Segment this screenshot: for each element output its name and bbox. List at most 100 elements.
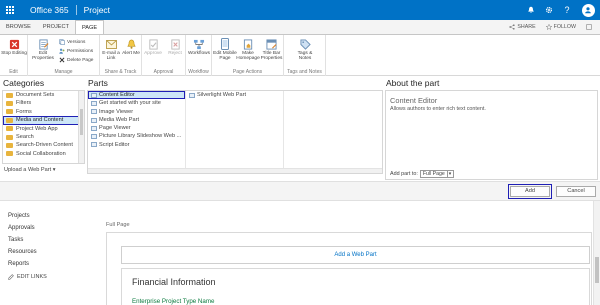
parts-horizontal-scrollbar[interactable] [88,168,382,173]
chevron-down-icon: ▾ [52,167,56,173]
follow-button[interactable]: FOLLOW [545,24,576,30]
category-item-selected[interactable]: Media and Content [3,116,84,125]
section-title: Financial Information [132,277,216,287]
tab-project[interactable]: PROJECT [37,20,75,34]
ribbon-tab-bar: BROWSE PROJECT PAGE SHARE FOLLOW [0,20,600,34]
star-icon [545,24,552,30]
part-item[interactable]: Image Viewer [88,108,185,116]
tags-notes-button[interactable]: Tags & Notes [292,38,318,61]
make-homepage-button[interactable]: Make Homepage [236,38,260,61]
workflow-icon [193,38,205,50]
cancel-button[interactable]: Cancel [556,186,596,197]
email-link-button[interactable]: E-mail a Link [100,38,122,61]
part-item[interactable]: Page Viewer [88,124,185,132]
nav-item-approvals[interactable]: Approvals [8,222,37,234]
share-icon [509,24,516,30]
nav-item-tasks[interactable]: Tasks [8,234,37,246]
part-label: Picture Library Slideshow Web ... [99,133,182,140]
approve-button[interactable]: Approve [142,38,164,56]
part-name: Content Editor [390,96,438,105]
category-item[interactable]: Document Sets [3,91,84,99]
part-label: Script Editor [99,141,130,148]
share-button[interactable]: SHARE [509,24,536,30]
scrollbar-thumb[interactable] [80,109,83,135]
user-avatar[interactable] [576,0,600,20]
category-item[interactable]: Filters [3,99,84,107]
versions-label: Versions [67,39,86,45]
suite-bar: Office 365 Project ? [0,0,600,20]
page-scrollbar[interactable] [593,201,600,305]
nav-item-reports[interactable]: Reports [8,258,37,270]
app-launcher-icon[interactable] [0,0,20,20]
upload-label: Upload a Web Part [4,167,52,173]
chevron-down-icon: ▾ [446,170,452,178]
pencil-icon [8,274,14,280]
categories-scrollbar[interactable] [78,91,84,163]
versions-button[interactable]: Versions [59,39,85,45]
delete-icon [59,57,65,63]
category-label: Forms [16,108,32,115]
edit-mobile-page-button[interactable]: Edit Mobile Page [212,38,238,61]
nav-item-projects[interactable]: Projects [8,210,37,222]
app-name[interactable]: Project [84,5,110,15]
part-label: Page Viewer [99,125,131,132]
category-item[interactable]: Project Web App [3,125,84,133]
permissions-button[interactable]: Permissions [59,48,93,54]
help-icon[interactable]: ? [558,0,576,20]
tab-page[interactable]: PAGE [74,20,105,34]
scrollbar-thumb[interactable] [595,257,599,283]
group-label-share-track: Share & Track [104,69,137,75]
category-item[interactable]: Forms [3,108,84,116]
title-bar-properties-button[interactable]: Title Bar Properties [259,38,284,61]
part-item-selected[interactable]: Content Editor [88,91,185,100]
section-field-label: Enterprise Project Type Name [132,298,215,305]
nav-item-resources[interactable]: Resources [8,246,37,258]
add-web-part-link[interactable]: Add a Web Part [121,246,590,264]
edit-links-button[interactable]: EDIT LINKS [8,274,47,280]
part-item[interactable]: Picture Library Slideshow Web ... [88,132,185,140]
envelope-icon [105,38,117,50]
part-item[interactable]: Silverlight Web Part [186,91,283,99]
category-item[interactable]: Social Collaboration [3,150,84,158]
permissions-icon [59,48,65,54]
folder-icon [6,151,13,157]
part-item[interactable]: Script Editor [88,141,185,149]
notification-bell-icon[interactable] [522,0,540,20]
stop-editing-button[interactable]: Stop Editing [1,38,27,56]
folder-icon [6,101,13,107]
gear-icon[interactable] [540,0,558,20]
add-part-to-row: Add part to: Full Page ▾ [390,170,455,178]
add-button[interactable]: Add [508,184,552,199]
web-part-icon [91,134,97,140]
share-label: SHARE [517,24,536,30]
part-item[interactable]: Get started with your site [88,99,185,107]
email-link-label: E-mail a Link [102,51,120,62]
category-item[interactable]: Search-Driven Content [3,141,84,149]
web-part-icon [189,92,195,98]
edit-properties-button[interactable]: Edit Properties [30,38,56,61]
folder-icon [6,143,13,149]
categories-list: Document Sets Filters Forms Media and Co… [2,90,85,164]
ribbon-group-tags-notes: Tags & Notes Tags and Notes [284,35,326,76]
ribbon-group-edit: Stop Editing Edit [0,35,28,76]
title-bar-icon [266,38,278,50]
upload-web-part-link[interactable]: Upload a Web Part ▾ [4,167,56,173]
delete-page-button[interactable]: Delete Page [59,57,93,63]
part-item[interactable]: Media Web Part [88,116,185,124]
office365-brand[interactable]: Office 365 [30,5,69,15]
reject-button[interactable]: Reject [164,38,186,56]
workflows-button[interactable]: Workflows [186,38,212,56]
part-label: Media Web Part [99,116,140,123]
web-part-icon [91,92,97,98]
about-part-title: About the part [386,78,440,88]
tab-browse[interactable]: BROWSE [0,20,37,34]
part-label: Content Editor [99,92,135,98]
alert-bell-icon [125,38,137,50]
folder-icon [6,92,13,98]
zone-select[interactable]: Full Page ▾ [419,170,455,178]
parts-column-2: Silverlight Web Part [186,91,284,169]
focus-content-icon[interactable] [586,24,592,30]
parts-list: Content Editor Get started with your sit… [87,90,383,174]
alert-me-button[interactable]: Alert Me [121,38,141,56]
category-item[interactable]: Search [3,133,84,141]
